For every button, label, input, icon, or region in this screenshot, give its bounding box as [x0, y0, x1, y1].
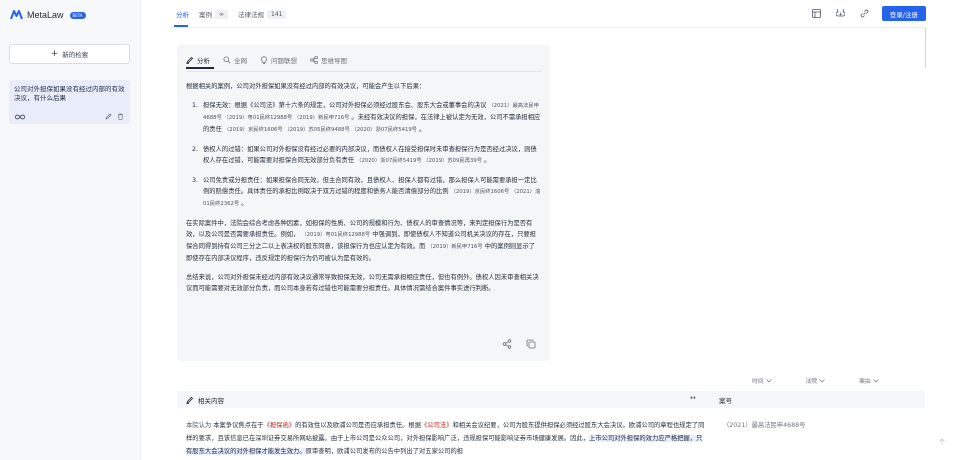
analysis-card: 分析 全网 问题联想 思维导图 根据相关的案例，公司对外担保如果没有经过内部的有…: [177, 45, 550, 361]
sort-label: 法院: [805, 379, 818, 385]
answer-intro: 根据相关的案例，公司对外担保如果没有经过内部的有效决议，可能会产生以下后果：: [186, 83, 426, 90]
analysis-answer: 根据相关的案例，公司对外担保如果没有经过内部的有效决议，可能会产生以下后果： 1…: [186, 81, 541, 302]
divider: [170, 27, 926, 28]
infinity-icon: [15, 114, 25, 119]
row-highlight: 《担保函》: [263, 422, 296, 429]
logo[interactable]: MetaLaw BETA: [10, 10, 86, 20]
new-search-label: 新的检索: [62, 51, 89, 59]
sort-label: 案由: [859, 379, 871, 385]
sort-by-court[interactable]: 法院: [806, 376, 826, 385]
beta-badge: BETA: [69, 11, 86, 19]
sort-by-time[interactable]: 时间: [752, 376, 772, 385]
row-highlight: 《公司法》: [421, 422, 453, 429]
scrollbar[interactable]: [925, 28, 926, 68]
save-icon[interactable]: [834, 7, 848, 21]
sort-by-cause[interactable]: 案由: [859, 376, 879, 385]
expand-icon[interactable]: ↔: [690, 394, 696, 402]
card-tab-web-label: 全网: [234, 57, 247, 65]
chevron-down-icon: [765, 378, 772, 382]
app-name: MetaLaw: [27, 10, 64, 20]
related-title-label: 相关内容: [198, 397, 224, 405]
top-bar: 分析 案例 ∞ 法律法规 141 登录/注册: [170, 0, 960, 28]
card-active-tab-indicator: [186, 67, 214, 69]
related-title: 相关内容: [186, 395, 224, 405]
toolbar: 登录/注册: [810, 6, 926, 21]
history-item-title: 公司对外担保如果没有经过内部的有效决议，有什么后果: [14, 85, 125, 102]
citation[interactable]: （2020）浙07民终5419号 （2019）苏09民再39号: [356, 158, 482, 164]
bulb-icon: [261, 56, 267, 64]
sort-label: 时间: [752, 379, 764, 385]
tab-analysis[interactable]: 分析: [176, 9, 189, 19]
sort-controls: 时间 法院 案由: [752, 376, 879, 385]
item-number: 1.: [192, 102, 199, 109]
card-divider: [186, 71, 541, 72]
new-search-button[interactable]: + 新的检索: [9, 44, 130, 64]
tab-analysis-label: 分析: [176, 11, 189, 19]
answer-paragraph: 在实际案件中，法院会综合考虑各种因素，如担保的性质、公司的规模和行为、债权人的审…: [186, 218, 541, 264]
sidebar: MetaLaw BETA + 新的检索 公司对外担保如果没有经过内部的有效决议，…: [0, 0, 141, 460]
case-number-header: 案号: [719, 397, 732, 405]
trash-icon[interactable]: [117, 113, 124, 120]
logo-icon: [10, 10, 23, 20]
tab-cases-label: 案例: [199, 11, 212, 19]
chevron-down-icon: [873, 378, 879, 382]
item-text: 。: [241, 200, 248, 207]
grid-icon[interactable]: [810, 7, 824, 21]
card-tab-mindmap-label: 思维导图: [321, 57, 347, 65]
item-text: 。: [484, 157, 491, 164]
answer-item: 1. 担保无效：根据《公司法》第十六条的规定，公司对外担保必须经过股东会、股东大…: [192, 100, 541, 136]
mindmap-icon: [310, 56, 318, 64]
card-tab-analysis-label: 分析: [197, 57, 210, 65]
card-tab-mindmap[interactable]: 思维导图: [310, 55, 347, 65]
cases-count: ∞: [215, 9, 228, 19]
citation[interactable]: （2019）粤01民终12988号: [301, 232, 370, 238]
tab-cases[interactable]: 案例 ∞: [199, 9, 228, 19]
answer-item: 2. 债权人的过错：如果公司对外担保没有经过必要的内部决议，而债权人在接受担保时…: [192, 144, 541, 167]
citation[interactable]: （2019）京民终1606号 （2019）苏05民终9488号 （2020）浙0…: [224, 127, 417, 133]
answer-summary: 总结来说，公司对外担保未经过内部有效决议通常导致担保无效，公司无需承担相应责任，…: [186, 274, 539, 292]
result-tabs: 分析 案例 ∞ 法律法规 141: [176, 9, 287, 19]
item-number: 2.: [192, 146, 199, 153]
history-item[interactable]: 公司对外担保如果没有经过内部的有效决议，有什么后果: [9, 80, 130, 124]
card-tabs: 分析 全网 问题联想 思维导图: [186, 55, 347, 65]
row-text: 原审查明，欧浦公司发布的公告中列出了对五家公司的担: [305, 448, 464, 455]
item-text: 。: [419, 126, 426, 133]
answer-list: 1. 担保无效：根据《公司法》第十六条的规定，公司对外担保必须经过股东会、股东大…: [192, 100, 541, 210]
share-icon[interactable]: [502, 339, 512, 349]
card-tab-related-questions-label: 问题联想: [271, 57, 297, 65]
row-text: 的有效性以及欧浦公司是否应承担责任。根据: [295, 422, 421, 429]
tab-laws[interactable]: 法律法规 141: [238, 9, 287, 19]
plus-icon: +: [50, 48, 59, 59]
card-tab-web[interactable]: 全网: [223, 55, 247, 65]
row-text: 本案争议焦点在于: [213, 422, 264, 429]
login-button[interactable]: 登录/注册: [881, 6, 926, 21]
answer-item: 3. 公司免责或分担责任：如果担保合同无效，但主合同有效，且债权人、担保人都有过…: [192, 175, 541, 210]
laws-count: 141: [267, 9, 287, 19]
pen-icon: [186, 396, 194, 404]
pen-icon: [186, 56, 194, 64]
related-row-case-number[interactable]: （2021）最高法民申4688号: [723, 420, 805, 429]
link-icon[interactable]: [858, 7, 872, 21]
row-keyword: 本院认为: [186, 422, 212, 429]
card-actions: [502, 339, 536, 349]
item-text: 担保无效：根据《公司法》第十六条的规定，公司对外担保必须经过股东会、股东大会或董…: [203, 102, 487, 109]
edit-icon[interactable]: [105, 113, 112, 120]
item-number: 3.: [192, 177, 199, 184]
related-row-content[interactable]: 本院认为 本案争议焦点在于《担保函》的有效性以及欧浦公司是否应承担责任。根据《公…: [186, 419, 708, 458]
related-header: 相关内容 ↔ 案号: [177, 391, 925, 408]
tab-laws-label: 法律法规: [238, 11, 264, 19]
citation[interactable]: （2019）新民申716号: [427, 244, 482, 250]
chevron-down-icon: [819, 378, 825, 382]
arrow-up-icon[interactable]: [938, 438, 946, 446]
search-icon: [223, 56, 231, 64]
card-tab-related-questions[interactable]: 问题联想: [260, 55, 297, 65]
copy-icon[interactable]: [526, 339, 536, 349]
card-tab-analysis[interactable]: 分析: [186, 55, 210, 65]
